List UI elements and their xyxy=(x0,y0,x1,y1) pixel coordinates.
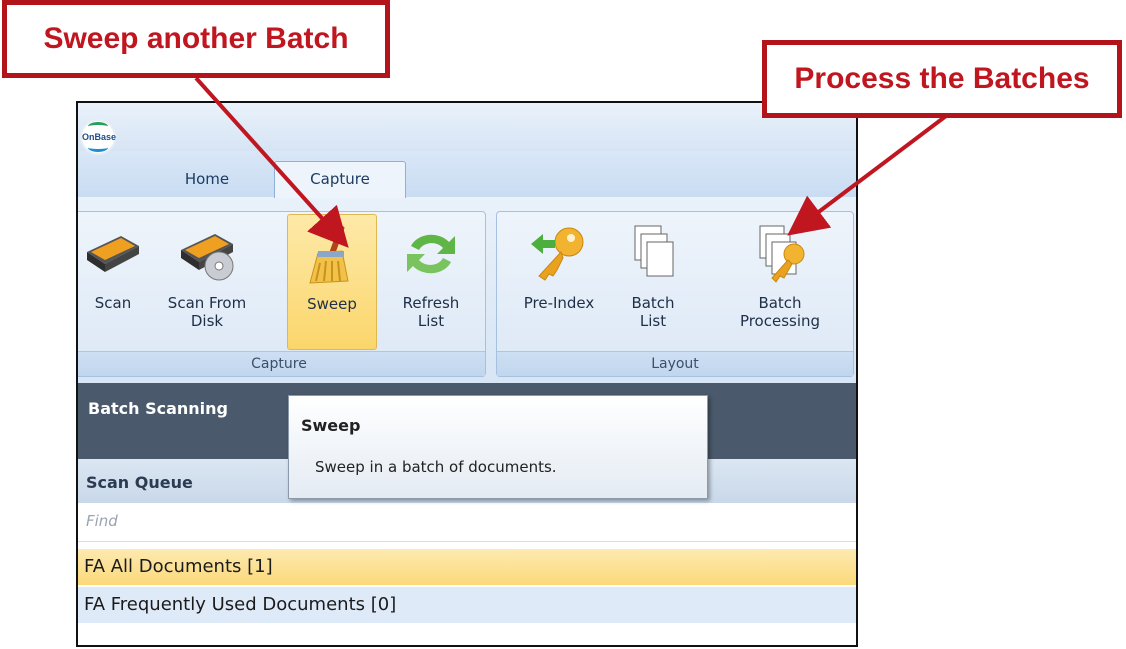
callout-process-the-batches: Process the Batches xyxy=(762,40,1122,118)
arrow-to-sweep xyxy=(194,76,349,248)
callout-sweep-another-batch: Sweep another Batch xyxy=(2,0,390,78)
arrow-to-batch-processing xyxy=(787,114,948,236)
